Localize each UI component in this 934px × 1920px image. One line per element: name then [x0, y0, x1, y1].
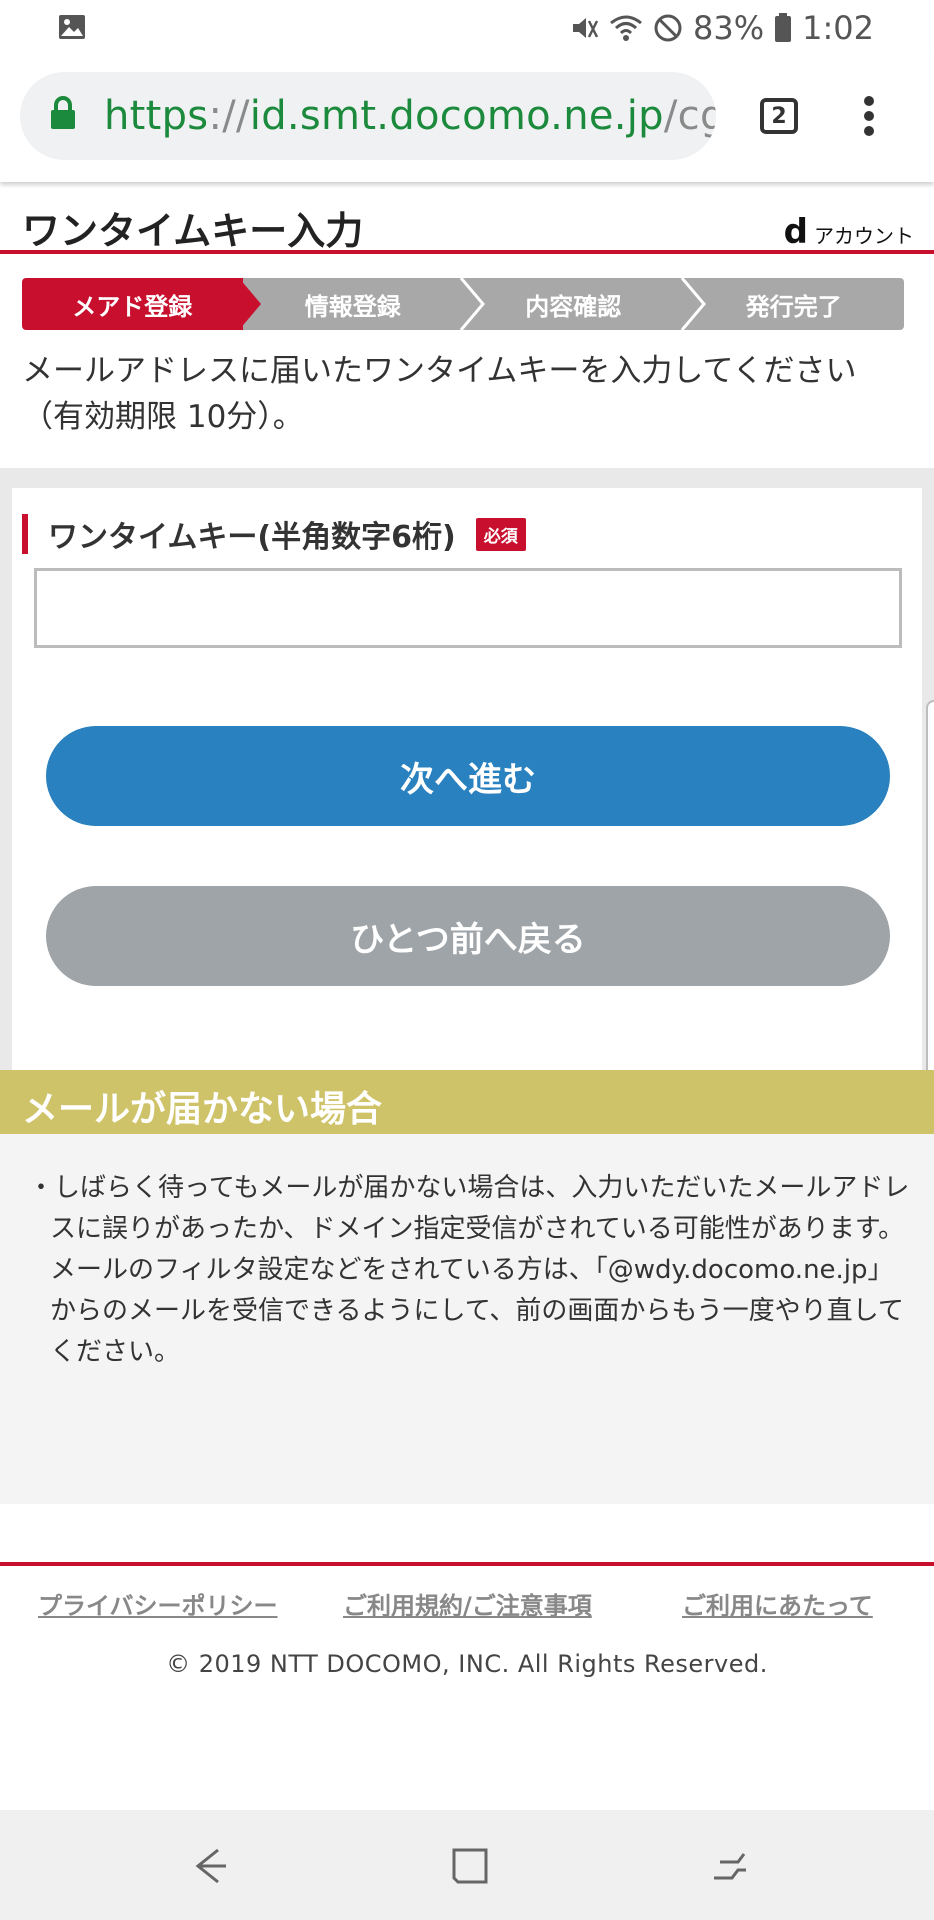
usage-notes-link[interactable]: ご利用にあたって	[682, 1586, 873, 1621]
step-label: 発行完了	[745, 292, 842, 321]
status-bar: 83% 1:02	[0, 0, 934, 56]
image-icon	[58, 14, 86, 40]
url-path: /cgi8/	[663, 93, 716, 139]
step-label: 情報登録	[304, 292, 401, 321]
progress-steps: メアド登録 情報登録 内容確認 発行完了	[22, 278, 904, 330]
help-section-header: メールが届かない場合	[0, 1070, 934, 1134]
terms-link[interactable]: ご利用規約/ご注意事項	[343, 1586, 592, 1621]
scrollbar[interactable]	[926, 700, 934, 1090]
d-logo-text: アカウント	[814, 224, 914, 248]
back-arrow-icon[interactable]	[180, 1838, 240, 1894]
step-info-registration: 情報登録	[242, 278, 485, 330]
step-label: 内容確認	[525, 292, 622, 321]
more-menu-icon[interactable]	[862, 96, 876, 140]
browser-toolbar: https://id.smt.docomo.ne.jp/cgi8/ 2	[0, 56, 934, 182]
help-section-body: ・しばらく待ってもメールが届かない場合は、入力いただいたメールアドレスに誤りがあ…	[0, 1134, 934, 1504]
blocked-icon	[653, 13, 683, 43]
lock-icon	[50, 96, 76, 134]
step-label: メアド登録	[72, 292, 193, 321]
d-account-logo: d アカウント	[784, 212, 914, 252]
step-confirm: 内容確認	[463, 278, 706, 330]
wifi-icon	[609, 13, 643, 43]
mute-icon	[569, 13, 599, 43]
copyright: © 2019 NTT DOCOMO, INC. All Rights Reser…	[166, 1650, 768, 1678]
url-host: id.smt.docomo.ne.jp	[249, 93, 664, 139]
url-separator: ://	[208, 93, 250, 139]
privacy-policy-link[interactable]: プライバシーポリシー	[38, 1586, 278, 1621]
step-chevron-icon	[238, 278, 261, 330]
step-complete: 発行完了	[683, 278, 904, 330]
instruction-text: メールアドレスに届いたワンタイムキーを入力してください（有効期限 10分）。	[22, 353, 857, 435]
page-title: ワンタイムキー入力	[22, 209, 364, 253]
status-icons: 83% 1:02	[569, 8, 874, 48]
one-time-key-input[interactable]	[34, 568, 902, 648]
battery-level: 83%	[693, 9, 765, 47]
footer-links: プライバシーポリシー ご利用規約/ご注意事項 ご利用にあたって	[0, 1586, 934, 1620]
step-chevron-icon	[679, 278, 706, 330]
battery-icon	[774, 13, 792, 43]
step-email-registration: メアド登録	[22, 278, 261, 330]
tab-count: 2	[771, 103, 787, 129]
help-title: メールが届かない場合	[22, 1089, 383, 1130]
help-text: ・しばらく待ってもメールが届かない場合は、入力いただいたメールアドレスに誤りがあ…	[28, 1173, 910, 1367]
back-button[interactable]: ひとつ前へ戻る	[46, 886, 890, 986]
next-button[interactable]: 次へ進む	[46, 726, 890, 826]
system-nav-bar	[0, 1810, 934, 1920]
url-text: https://id.smt.docomo.ne.jp/cgi8/	[104, 90, 716, 142]
footer-divider	[0, 1562, 934, 1566]
step-chevron-icon	[459, 278, 485, 330]
label-accent-bar	[22, 514, 28, 554]
one-time-key-label: ワンタイムキー(半角数字6桁)	[48, 520, 456, 555]
d-logo-mark: d	[783, 212, 808, 252]
field-label-row: ワンタイムキー(半角数字6桁) 必須	[22, 514, 526, 555]
recent-apps-icon[interactable]	[702, 1838, 762, 1894]
url-scheme: https	[104, 93, 209, 139]
clock: 1:02	[802, 9, 874, 47]
required-badge: 必須	[475, 517, 526, 551]
home-square-icon[interactable]	[440, 1838, 500, 1894]
page-header: ワンタイムキー入力 d アカウント	[0, 182, 934, 254]
address-bar[interactable]: https://id.smt.docomo.ne.jp/cgi8/	[20, 72, 716, 160]
tab-switcher-button[interactable]: 2	[760, 98, 798, 134]
